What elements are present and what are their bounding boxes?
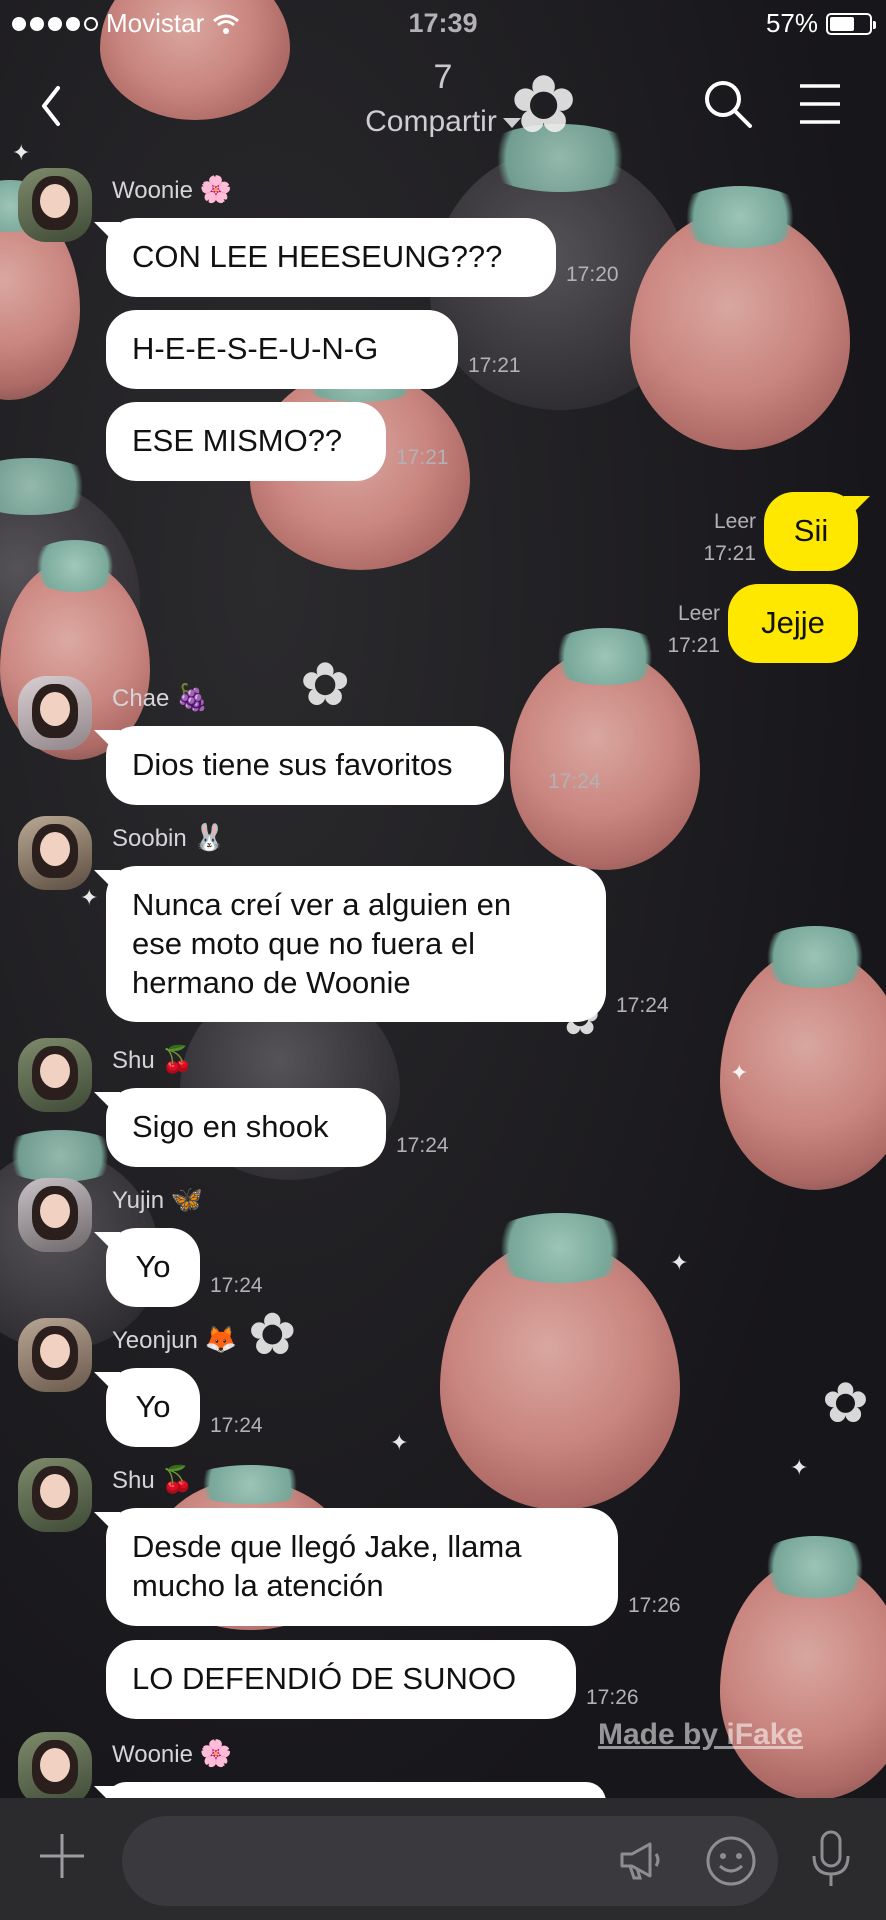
- battery-info: 57%: [765, 8, 876, 39]
- message-time: 17:20: [566, 263, 619, 286]
- strawberry-decoration: [510, 628, 700, 870]
- avatar[interactable]: [18, 676, 92, 750]
- sparkle-decoration: ✦: [390, 1430, 409, 1455]
- megaphone-icon[interactable]: [616, 1836, 664, 1884]
- avatar[interactable]: [18, 1038, 92, 1112]
- search-icon[interactable]: [700, 76, 756, 132]
- message-input[interactable]: [122, 1816, 778, 1906]
- sender-name: Woonie 🌸: [112, 174, 232, 204]
- avatar[interactable]: [18, 816, 92, 890]
- my-message-bubble[interactable]: Sii: [764, 492, 858, 571]
- sparkle-decoration: ✦: [790, 1455, 809, 1480]
- message-bubble[interactable]: Nunca creí ver a alguien en ese moto que…: [106, 866, 606, 1023]
- avatar[interactable]: [18, 1318, 92, 1392]
- flower-decoration: ✿: [822, 1371, 869, 1434]
- sender-name: Chae 🍇: [112, 682, 209, 712]
- message-bubble[interactable]: Desde que llegó Jake, llama mucho la ate…: [106, 1508, 618, 1626]
- message-time: 17:24: [210, 1274, 263, 1297]
- message-bubble[interactable]: CON LEE HEESEUNG???: [106, 218, 556, 297]
- avatar[interactable]: [18, 168, 92, 242]
- message-bubble[interactable]: Dios tiene sus favoritos: [106, 726, 504, 805]
- caret-down-icon: [502, 118, 521, 129]
- emoji-icon[interactable]: [704, 1834, 758, 1888]
- watermark: Made by iFake: [598, 1718, 804, 1751]
- share-label: Compartir: [365, 105, 497, 138]
- flower-decoration: ✿: [248, 1302, 297, 1367]
- strawberry-decoration: [720, 1536, 886, 1800]
- message-bubble[interactable]: Yo: [106, 1368, 200, 1447]
- sender-name: Shu 🍒: [112, 1464, 194, 1494]
- avatar[interactable]: [18, 1458, 92, 1532]
- message-bubble[interactable]: H-E-E-S-E-U-N-G: [106, 310, 458, 389]
- sparkle-decoration: ✦: [670, 1250, 689, 1275]
- avatar[interactable]: [18, 1732, 92, 1806]
- menu-icon[interactable]: [796, 76, 844, 132]
- message-time: 17:24: [616, 994, 669, 1017]
- read-receipt: Leer: [677, 602, 720, 625]
- message-time: 17:21: [667, 634, 720, 657]
- message-time: 17:24: [548, 770, 601, 793]
- message-time: 17:24: [396, 1134, 449, 1157]
- sender-name: Woonie 🌸: [112, 1738, 232, 1768]
- microphone-icon[interactable]: [806, 1828, 856, 1890]
- message-bubble[interactable]: Yo: [106, 1228, 200, 1307]
- message-bubble[interactable]: ESE MISMO??: [106, 402, 386, 481]
- message-bubble[interactable]: Sigo en shook: [106, 1088, 386, 1167]
- strawberry-decoration: [630, 186, 850, 450]
- sender-name: Yujin 🦋: [112, 1184, 204, 1214]
- sender-name: Soobin 🐰: [112, 822, 226, 852]
- message-time: 17:21: [396, 446, 449, 469]
- plus-icon[interactable]: [36, 1830, 88, 1882]
- message-time: 17:24: [210, 1414, 263, 1437]
- message-time: 17:26: [628, 1594, 681, 1617]
- battery-icon: [826, 12, 876, 35]
- flower-decoration: ✿: [300, 651, 351, 718]
- message-time: 17:26: [586, 1686, 639, 1709]
- battery-percent: 57%: [765, 8, 818, 38]
- chat-header: 7 Compartir: [0, 52, 886, 162]
- strawberry-decoration: [440, 1213, 680, 1510]
- read-receipt: Leer: [713, 510, 756, 533]
- status-bar: Movistar 17:39 57%: [0, 0, 886, 50]
- clock: 17:39: [408, 8, 478, 38]
- message-bubble[interactable]: LO DEFENDIÓ DE SUNOO: [106, 1640, 576, 1719]
- avatar[interactable]: [18, 1178, 92, 1252]
- my-message-bubble[interactable]: Jejje: [728, 584, 858, 663]
- sender-name: Yeonjun 🦊: [112, 1324, 237, 1354]
- sparkle-decoration: ✦: [730, 1060, 749, 1085]
- sparkle-decoration: ✦: [80, 885, 99, 910]
- message-time: 17:21: [703, 542, 756, 565]
- sender-name: Shu 🍒: [112, 1044, 194, 1074]
- message-time: 17:21: [468, 354, 521, 377]
- input-bar: [0, 1798, 886, 1920]
